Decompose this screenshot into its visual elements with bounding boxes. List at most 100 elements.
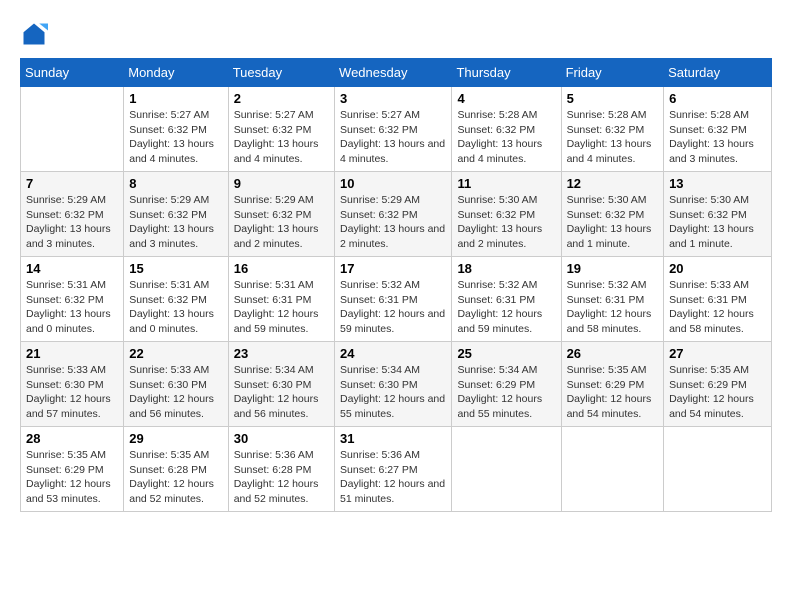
- day-number: 27: [669, 346, 766, 361]
- day-info: Sunrise: 5:29 AMSunset: 6:32 PMDaylight:…: [340, 193, 446, 252]
- day-info: Sunrise: 5:32 AMSunset: 6:31 PMDaylight:…: [340, 278, 446, 337]
- calendar-cell: 19 Sunrise: 5:32 AMSunset: 6:31 PMDayligh…: [561, 257, 664, 342]
- day-number: 24: [340, 346, 446, 361]
- day-number: 2: [234, 91, 329, 106]
- calendar-week-row: 28 Sunrise: 5:35 AMSunset: 6:29 PMDayligh…: [21, 427, 772, 512]
- day-number: 16: [234, 261, 329, 276]
- calendar-cell: 14 Sunrise: 5:31 AMSunset: 6:32 PMDayligh…: [21, 257, 124, 342]
- header-friday: Friday: [561, 59, 664, 87]
- day-number: 4: [457, 91, 555, 106]
- day-info: Sunrise: 5:34 AMSunset: 6:30 PMDaylight:…: [234, 363, 329, 422]
- day-number: 10: [340, 176, 446, 191]
- day-info: Sunrise: 5:30 AMSunset: 6:32 PMDaylight:…: [457, 193, 555, 252]
- calendar-cell: 13 Sunrise: 5:30 AMSunset: 6:32 PMDayligh…: [664, 172, 772, 257]
- day-number: 6: [669, 91, 766, 106]
- day-info: Sunrise: 5:33 AMSunset: 6:30 PMDaylight:…: [129, 363, 222, 422]
- day-number: 26: [567, 346, 659, 361]
- day-info: Sunrise: 5:28 AMSunset: 6:32 PMDaylight:…: [567, 108, 659, 167]
- day-info: Sunrise: 5:27 AMSunset: 6:32 PMDaylight:…: [340, 108, 446, 167]
- calendar-cell: 29 Sunrise: 5:35 AMSunset: 6:28 PMDayligh…: [124, 427, 228, 512]
- calendar-cell: 10 Sunrise: 5:29 AMSunset: 6:32 PMDayligh…: [335, 172, 452, 257]
- calendar-week-row: 1 Sunrise: 5:27 AMSunset: 6:32 PMDaylight…: [21, 87, 772, 172]
- day-number: 7: [26, 176, 118, 191]
- day-info: Sunrise: 5:30 AMSunset: 6:32 PMDaylight:…: [669, 193, 766, 252]
- calendar-week-row: 21 Sunrise: 5:33 AMSunset: 6:30 PMDayligh…: [21, 342, 772, 427]
- day-info: Sunrise: 5:29 AMSunset: 6:32 PMDaylight:…: [129, 193, 222, 252]
- day-number: 5: [567, 91, 659, 106]
- day-info: Sunrise: 5:35 AMSunset: 6:29 PMDaylight:…: [567, 363, 659, 422]
- calendar-cell: 23 Sunrise: 5:34 AMSunset: 6:30 PMDayligh…: [228, 342, 334, 427]
- day-number: 15: [129, 261, 222, 276]
- day-info: Sunrise: 5:36 AMSunset: 6:28 PMDaylight:…: [234, 448, 329, 507]
- day-number: 14: [26, 261, 118, 276]
- calendar-cell: 28 Sunrise: 5:35 AMSunset: 6:29 PMDayligh…: [21, 427, 124, 512]
- calendar-cell: 5 Sunrise: 5:28 AMSunset: 6:32 PMDaylight…: [561, 87, 664, 172]
- day-number: 12: [567, 176, 659, 191]
- calendar-table: SundayMondayTuesdayWednesdayThursdayFrid…: [20, 58, 772, 512]
- day-number: 21: [26, 346, 118, 361]
- day-info: Sunrise: 5:28 AMSunset: 6:32 PMDaylight:…: [457, 108, 555, 167]
- calendar-cell: 11 Sunrise: 5:30 AMSunset: 6:32 PMDayligh…: [452, 172, 561, 257]
- day-number: 29: [129, 431, 222, 446]
- day-info: Sunrise: 5:33 AMSunset: 6:30 PMDaylight:…: [26, 363, 118, 422]
- day-number: 23: [234, 346, 329, 361]
- day-info: Sunrise: 5:34 AMSunset: 6:30 PMDaylight:…: [340, 363, 446, 422]
- calendar-cell: 9 Sunrise: 5:29 AMSunset: 6:32 PMDaylight…: [228, 172, 334, 257]
- calendar-cell: 16 Sunrise: 5:31 AMSunset: 6:31 PMDayligh…: [228, 257, 334, 342]
- day-number: 8: [129, 176, 222, 191]
- header-sunday: Sunday: [21, 59, 124, 87]
- calendar-cell: 12 Sunrise: 5:30 AMSunset: 6:32 PMDayligh…: [561, 172, 664, 257]
- calendar-cell: 21 Sunrise: 5:33 AMSunset: 6:30 PMDayligh…: [21, 342, 124, 427]
- day-info: Sunrise: 5:34 AMSunset: 6:29 PMDaylight:…: [457, 363, 555, 422]
- calendar-cell: 25Sunrise: 5:34 AMSunset: 6:29 PMDayligh…: [452, 342, 561, 427]
- calendar-cell: 15 Sunrise: 5:31 AMSunset: 6:32 PMDayligh…: [124, 257, 228, 342]
- day-number: 11: [457, 176, 555, 191]
- day-number: 30: [234, 431, 329, 446]
- day-info: Sunrise: 5:31 AMSunset: 6:32 PMDaylight:…: [129, 278, 222, 337]
- day-number: 9: [234, 176, 329, 191]
- calendar-cell: 20 Sunrise: 5:33 AMSunset: 6:31 PMDayligh…: [664, 257, 772, 342]
- day-info: Sunrise: 5:33 AMSunset: 6:31 PMDaylight:…: [669, 278, 766, 337]
- calendar-cell: 3 Sunrise: 5:27 AMSunset: 6:32 PMDaylight…: [335, 87, 452, 172]
- calendar-cell: 27 Sunrise: 5:35 AMSunset: 6:29 PMDayligh…: [664, 342, 772, 427]
- calendar-cell: [21, 87, 124, 172]
- calendar-cell: [561, 427, 664, 512]
- day-info: Sunrise: 5:35 AMSunset: 6:29 PMDaylight:…: [669, 363, 766, 422]
- day-info: Sunrise: 5:29 AMSunset: 6:32 PMDaylight:…: [234, 193, 329, 252]
- day-number: 3: [340, 91, 446, 106]
- day-number: 22: [129, 346, 222, 361]
- day-info: Sunrise: 5:29 AMSunset: 6:32 PMDaylight:…: [26, 193, 118, 252]
- header-thursday: Thursday: [452, 59, 561, 87]
- day-info: Sunrise: 5:28 AMSunset: 6:32 PMDaylight:…: [669, 108, 766, 167]
- logo-icon: [20, 20, 48, 48]
- header-saturday: Saturday: [664, 59, 772, 87]
- day-info: Sunrise: 5:30 AMSunset: 6:32 PMDaylight:…: [567, 193, 659, 252]
- day-info: Sunrise: 5:31 AMSunset: 6:31 PMDaylight:…: [234, 278, 329, 337]
- day-info: Sunrise: 5:31 AMSunset: 6:32 PMDaylight:…: [26, 278, 118, 337]
- calendar-week-row: 7 Sunrise: 5:29 AMSunset: 6:32 PMDaylight…: [21, 172, 772, 257]
- calendar-cell: 30 Sunrise: 5:36 AMSunset: 6:28 PMDayligh…: [228, 427, 334, 512]
- header-tuesday: Tuesday: [228, 59, 334, 87]
- day-info: Sunrise: 5:32 AMSunset: 6:31 PMDaylight:…: [567, 278, 659, 337]
- calendar-cell: 17 Sunrise: 5:32 AMSunset: 6:31 PMDayligh…: [335, 257, 452, 342]
- day-number: 31: [340, 431, 446, 446]
- calendar-cell: 2 Sunrise: 5:27 AMSunset: 6:32 PMDaylight…: [228, 87, 334, 172]
- calendar-cell: 6 Sunrise: 5:28 AMSunset: 6:32 PMDaylight…: [664, 87, 772, 172]
- calendar-week-row: 14 Sunrise: 5:31 AMSunset: 6:32 PMDayligh…: [21, 257, 772, 342]
- day-number: 17: [340, 261, 446, 276]
- page-header: [20, 20, 772, 48]
- day-number: 28: [26, 431, 118, 446]
- day-number: 13: [669, 176, 766, 191]
- day-number: 1: [129, 91, 222, 106]
- day-info: Sunrise: 5:27 AMSunset: 6:32 PMDaylight:…: [234, 108, 329, 167]
- calendar-cell: 26 Sunrise: 5:35 AMSunset: 6:29 PMDayligh…: [561, 342, 664, 427]
- day-number: 20: [669, 261, 766, 276]
- calendar-cell: 1Sunrise: 5:27 AMSunset: 6:32 PMDaylight…: [124, 87, 228, 172]
- calendar-cell: 24 Sunrise: 5:34 AMSunset: 6:30 PMDayligh…: [335, 342, 452, 427]
- day-info: Sunrise: 5:35 AMSunset: 6:28 PMDaylight:…: [129, 448, 222, 507]
- calendar-cell: 18Sunrise: 5:32 AMSunset: 6:31 PMDayligh…: [452, 257, 561, 342]
- day-info: Sunrise: 5:32 AMSunset: 6:31 PMDaylight:…: [457, 278, 555, 337]
- day-info: Sunrise: 5:35 AMSunset: 6:29 PMDaylight:…: [26, 448, 118, 507]
- day-number: 19: [567, 261, 659, 276]
- calendar-cell: [664, 427, 772, 512]
